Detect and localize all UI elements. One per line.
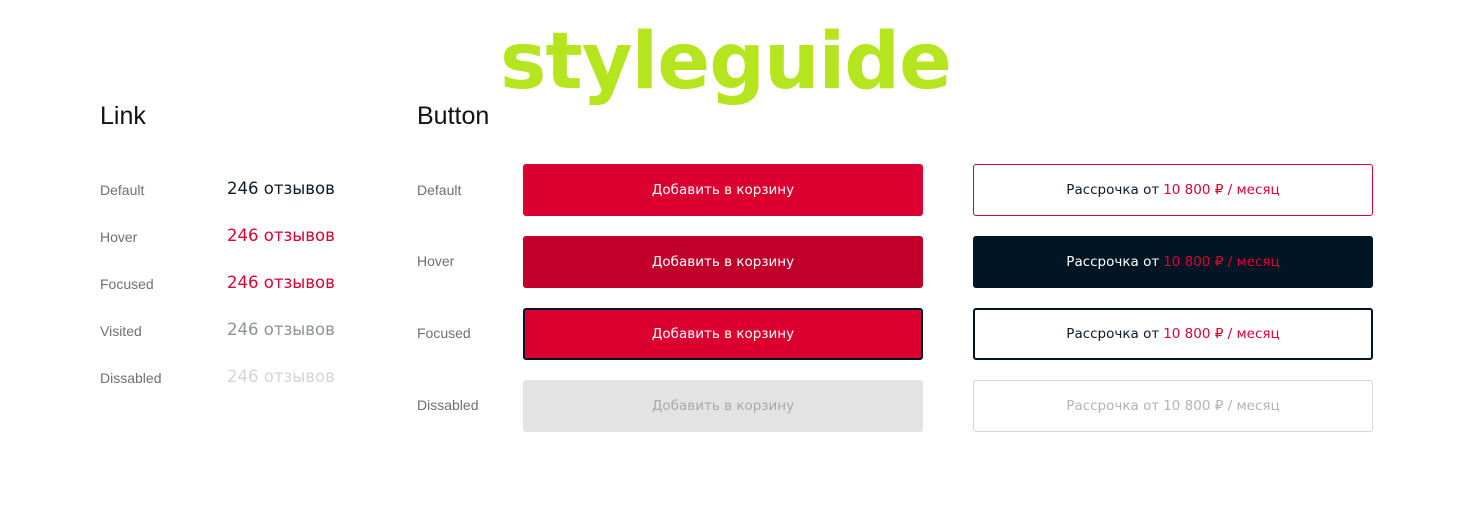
reviews-link-disabled: 246 отзывов	[227, 367, 335, 386]
button-state-label-disabled: Dissabled	[417, 397, 479, 413]
add-to-cart-button-hover[interactable]: Добавить в корзину	[523, 236, 923, 288]
link-state-label-disabled: Dissabled	[100, 370, 162, 386]
button-state-label-hover: Hover	[417, 253, 455, 269]
reviews-link-default[interactable]: 246 отзывов	[227, 178, 335, 200]
add-to-cart-label: Добавить в корзину	[651, 182, 795, 198]
add-to-cart-button-focused[interactable]: Добавить в корзину	[523, 308, 923, 360]
reviews-link-hover[interactable]: 246 отзывов	[227, 225, 335, 247]
installment-prefix: Рассрочка от	[1066, 398, 1160, 414]
add-to-cart-label: Добавить в корзину	[651, 254, 795, 270]
installment-button-hover[interactable]: Рассрочка от 10 800 ₽ / месяц	[973, 236, 1373, 288]
installment-prefix: Рассрочка от	[1066, 254, 1160, 270]
link-state-label-focused: Focused	[100, 276, 154, 292]
installment-button-focused[interactable]: Рассрочка от 10 800 ₽ / месяц	[973, 308, 1373, 360]
link-section-title: Link	[100, 102, 146, 130]
installment-button-disabled: Рассрочка от 10 800 ₽ / месяц	[973, 380, 1373, 432]
add-to-cart-button-default[interactable]: Добавить в корзину	[523, 164, 923, 216]
styleguide-watermark: styleguide	[500, 17, 952, 107]
installment-prefix: Рассрочка от	[1066, 182, 1160, 198]
reviews-link-focused[interactable]: 246 отзывов	[227, 272, 335, 294]
reviews-link-visited[interactable]: 246 отзывов	[227, 319, 335, 341]
button-state-label-default: Default	[417, 182, 462, 198]
button-state-label-focused: Focused	[417, 325, 471, 341]
add-to-cart-label: Добавить в корзину	[651, 398, 795, 414]
link-state-label-default: Default	[100, 182, 145, 198]
installment-price: 10 800 ₽ / месяц	[1163, 398, 1280, 414]
button-section-title: Button	[417, 102, 490, 130]
link-state-label-visited: Visited	[100, 323, 142, 339]
add-to-cart-button-disabled: Добавить в корзину	[523, 380, 923, 432]
installment-button-default[interactable]: Рассрочка от 10 800 ₽ / месяц	[973, 164, 1373, 216]
installment-price: 10 800 ₽ / месяц	[1163, 182, 1280, 198]
add-to-cart-label: Добавить в корзину	[651, 326, 795, 342]
installment-prefix: Рассрочка от	[1066, 326, 1160, 342]
installment-price: 10 800 ₽ / месяц	[1163, 326, 1280, 342]
installment-price: 10 800 ₽ / месяц	[1163, 254, 1280, 270]
link-state-label-hover: Hover	[100, 229, 138, 245]
